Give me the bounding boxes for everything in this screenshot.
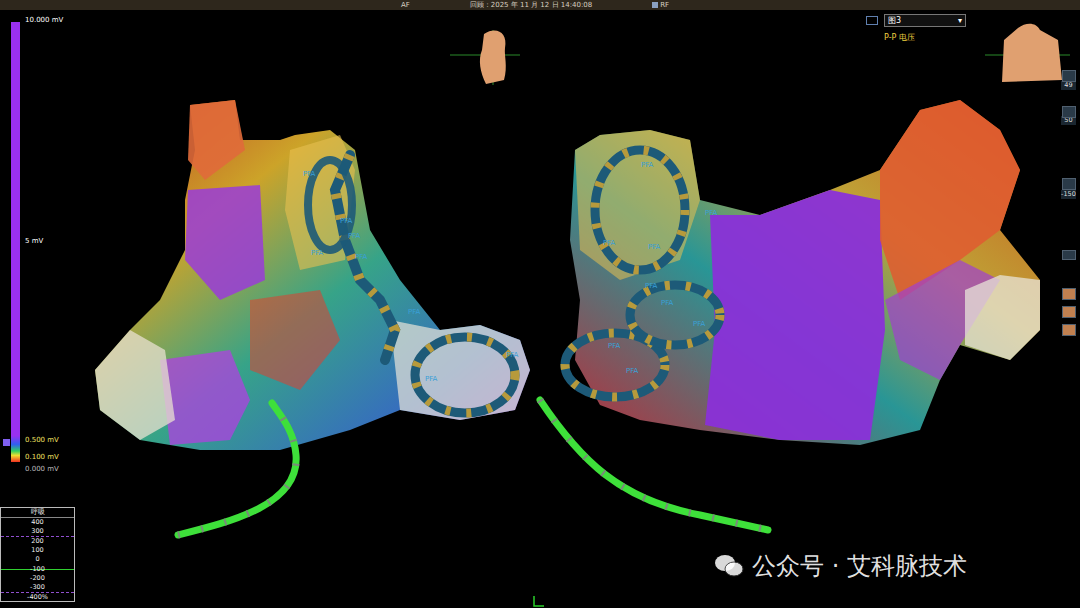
scale-tick: 0.000 mV <box>25 465 59 474</box>
catheter-label: PFA <box>693 320 706 328</box>
scale-marker-icon[interactable] <box>3 439 10 446</box>
rf-icon <box>652 2 658 8</box>
scale-tick: 0.500 mV <box>25 436 59 445</box>
voltage-scale[interactable] <box>11 22 20 462</box>
scale-tick: 10.000 mV <box>25 16 63 25</box>
watermark-text: 公众号 · 艾科脉技术 <box>752 550 967 582</box>
respiration-tick: -200 <box>1 574 74 583</box>
scale-tick: 0.100 mV <box>25 453 59 462</box>
respiration-panel: 呼吸 4003002001000-100-200-300-400% <box>0 507 75 602</box>
catheter-label: PFA <box>645 282 658 290</box>
menu-icon[interactable] <box>1062 250 1076 260</box>
map-selector[interactable]: 图3 ▾ <box>866 14 966 27</box>
review-time: 回顾：2025 年 11 月 12 日 14:40:08 <box>470 0 592 10</box>
slider-icon[interactable] <box>1062 106 1076 118</box>
respiration-tick: 200 <box>1 537 74 546</box>
watermark: 公众号 · 艾科脉技术 <box>714 550 967 582</box>
catheter-label: PFA <box>303 170 316 178</box>
scale-tick: 5 mV <box>25 237 43 246</box>
left-atrium-view[interactable] <box>95 100 530 450</box>
map-icon <box>866 16 878 25</box>
respiration-tick: -400% <box>1 593 74 602</box>
catheter-label: PFA <box>603 239 616 247</box>
map-dropdown[interactable]: 图3 ▾ <box>884 14 966 27</box>
wechat-icon <box>714 553 744 579</box>
respiration-title: 呼吸 <box>1 508 74 518</box>
respiration-tick: 400 <box>1 518 74 527</box>
view-toolbar: 4950-150 <box>1061 0 1076 350</box>
view-icon[interactable] <box>1062 324 1076 336</box>
catheter-label: PFA <box>355 253 368 261</box>
catheter-label: PFA <box>348 232 361 240</box>
catheter-label: PFA <box>425 375 438 383</box>
pfa-catheter[interactable] <box>565 150 720 397</box>
orientation-head-icon[interactable] <box>450 30 520 85</box>
respiration-tick: -100 <box>1 565 74 574</box>
profile-icon[interactable] <box>1062 70 1076 82</box>
rf-label: RF <box>652 0 669 10</box>
catheter-label: PFA <box>506 351 519 359</box>
map-viewer[interactable]: PFA PFA PFA PFA PFA PFA PFA PFA PFA PFA PFA PFA PFA P… <box>0 10 1080 608</box>
toolbar-value[interactable]: -150 <box>1061 190 1076 199</box>
catheter-label: PFA <box>340 217 353 225</box>
catheter-label: PFA <box>661 299 674 307</box>
voltage-map <box>95 100 530 450</box>
toolbar-value[interactable]: 49 <box>1061 81 1076 90</box>
catheter-label: PFA <box>608 342 621 350</box>
view-icon[interactable] <box>1062 288 1076 300</box>
map-name: 图3 <box>888 15 901 26</box>
mapping-screen: AF 回顾：2025 年 11 月 12 日 14:40:08 RF PFAPF… <box>0 0 1080 608</box>
respiration-tick: 300 <box>1 527 74 537</box>
catheter-label: PFA <box>648 243 661 251</box>
reference-catheter <box>178 400 768 535</box>
catheter-label: PFA <box>705 209 718 217</box>
catheter-label: PFA <box>626 367 639 375</box>
orientation-torso-icon[interactable] <box>985 24 1070 82</box>
catheter-label: PFA <box>311 249 324 257</box>
map-type: P-P 电压 <box>884 32 915 43</box>
respiration-tick: 100 <box>1 546 74 555</box>
pfa-catheter[interactable] <box>308 155 515 413</box>
rhythm-label: AF <box>401 0 410 10</box>
catheter-label: PFA <box>408 308 421 316</box>
top-bar: AF 回顾：2025 年 11 月 12 日 14:40:08 RF <box>0 0 1080 10</box>
respiration-tick: 0 <box>1 555 74 564</box>
catheter-label: PFA <box>641 161 654 169</box>
view-icon[interactable] <box>1062 306 1076 318</box>
dropdown-arrow: ▾ <box>958 16 962 25</box>
respiration-tick: -300 <box>1 583 74 593</box>
zoom-icon[interactable] <box>1062 178 1076 190</box>
